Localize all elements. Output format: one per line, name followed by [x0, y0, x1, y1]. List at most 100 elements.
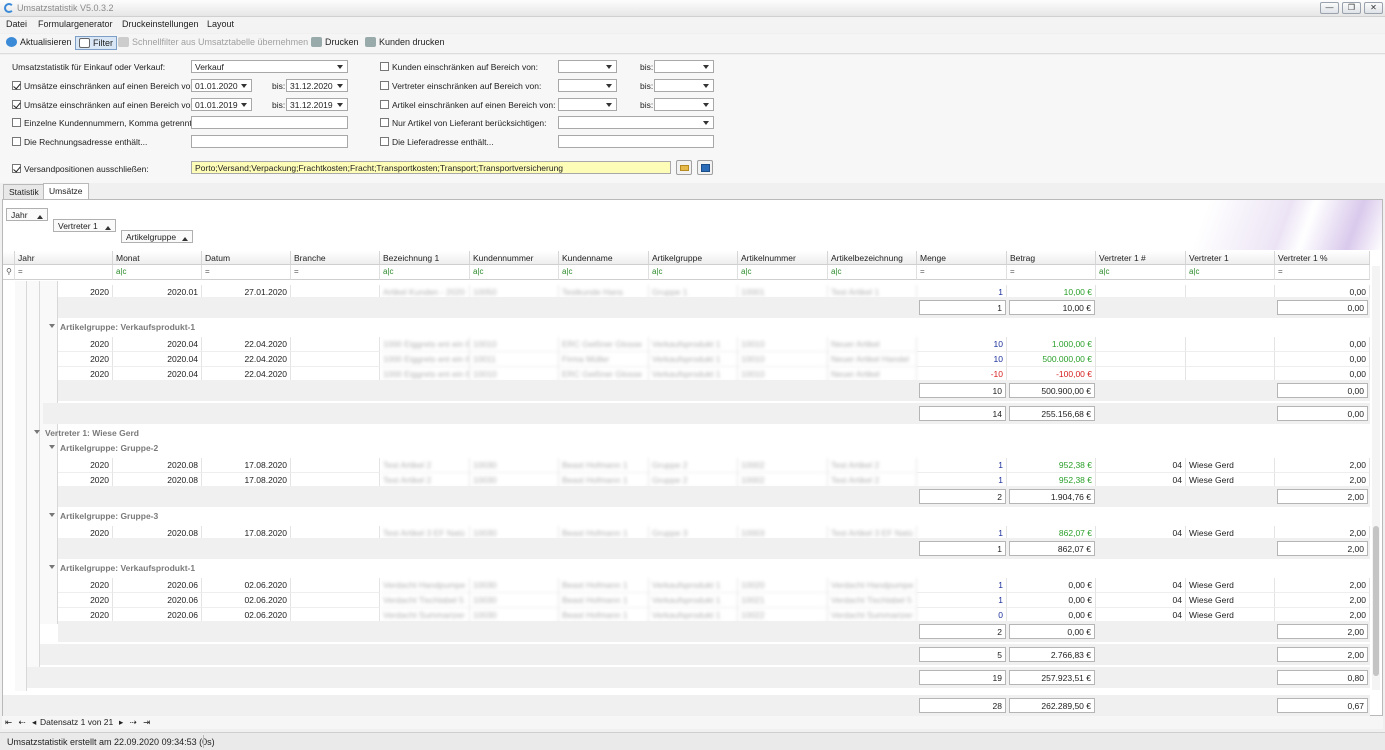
- grid-cell-menge[interactable]: 10: [917, 352, 1007, 367]
- tab-umsaetze[interactable]: Umsätze: [43, 183, 89, 199]
- folder-open-icon[interactable]: [676, 160, 692, 175]
- filter-cell[interactable]: a|c: [1096, 265, 1186, 280]
- grid-cell-betrag[interactable]: 0,00 €: [1007, 593, 1096, 608]
- lieferant-checkbox[interactable]: [380, 118, 389, 127]
- grid-cell-menge[interactable]: 10: [917, 337, 1007, 352]
- artikel-from[interactable]: [558, 98, 617, 111]
- grid-cell-vnr[interactable]: 04: [1096, 458, 1186, 473]
- range1-to[interactable]: 31.12.2020: [286, 79, 348, 92]
- grid-cell-menge[interactable]: 1: [917, 578, 1007, 593]
- col-jahr[interactable]: Jahr: [15, 251, 113, 265]
- grid-cell-kdname[interactable]: Beast Hofmann 1: [559, 593, 649, 608]
- grid-cell-vproz[interactable]: 0,00: [1275, 337, 1370, 352]
- invoice-addr-input[interactable]: [191, 135, 348, 148]
- filter-cell[interactable]: =: [917, 265, 1007, 280]
- range2-to[interactable]: 31.12.2019: [286, 98, 348, 111]
- filter-cell[interactable]: a|c: [828, 265, 917, 280]
- group-artikelgruppe[interactable]: Artikelgruppe: [121, 230, 193, 243]
- grid-cell-kdname[interactable]: ERC Geißner Glosse: [559, 337, 649, 352]
- filter-cell[interactable]: a|c: [738, 265, 828, 280]
- grid-cell-menge[interactable]: 1: [917, 458, 1007, 473]
- group-header[interactable]: Artikelgruppe: Verkaufsprodukt-1: [49, 563, 195, 573]
- grid-cell-kdnr[interactable]: 10030: [470, 458, 559, 473]
- grid-cell-vproz[interactable]: 2,00: [1275, 593, 1370, 608]
- col-bezeichnung[interactable]: Bezeichnung 1: [380, 251, 470, 265]
- grid-cell-branche[interactable]: [291, 337, 380, 352]
- grid-cell-vproz[interactable]: 2,00: [1275, 578, 1370, 593]
- grid-cell-vproz[interactable]: 2,00: [1275, 458, 1370, 473]
- shipping-checkbox[interactable]: [12, 164, 21, 173]
- grid-cell-bez[interactable]: Test Artikel 2: [380, 458, 470, 473]
- range1-from[interactable]: 01.01.2020: [191, 79, 252, 92]
- grid-cell-branche[interactable]: [291, 593, 380, 608]
- group-vertreter[interactable]: Vertreter 1: [53, 219, 116, 232]
- grid-cell-jahr[interactable]: 2020: [58, 337, 113, 352]
- grid-cell-bez[interactable]: 1000 Eiggrets ent ein 8: [380, 352, 470, 367]
- range1-checkbox[interactable]: [12, 81, 21, 90]
- col-branche[interactable]: Branche: [291, 251, 380, 265]
- col-kundenname[interactable]: Kundenname: [559, 251, 649, 265]
- nav-first-prev-buttons[interactable]: ⇤ ⇠ ◂: [5, 717, 38, 728]
- vertreter-from[interactable]: [558, 79, 617, 92]
- grid-cell-vnr[interactable]: [1096, 352, 1186, 367]
- grid-cell-monat[interactable]: 2020.08: [113, 458, 202, 473]
- restore-button[interactable]: ❐: [1342, 2, 1361, 14]
- refresh-button[interactable]: Aktualisieren: [6, 37, 72, 47]
- grid-cell-grp[interactable]: Verkaufsprodukt 1: [649, 352, 738, 367]
- vertical-scrollbar[interactable]: [1372, 266, 1380, 690]
- grid-cell-datum[interactable]: 22.04.2020: [202, 337, 291, 352]
- grid-cell-vname[interactable]: Wiese Gerd: [1186, 458, 1275, 473]
- grid-cell-menge[interactable]: 1: [917, 593, 1007, 608]
- grid-cell-datum[interactable]: 02.06.2020: [202, 593, 291, 608]
- menu-druckeinstellungen[interactable]: Druckeinstellungen: [122, 19, 199, 29]
- col-kundennummer[interactable]: Kundennummer: [470, 251, 559, 265]
- grid-cell-jahr[interactable]: 2020: [58, 578, 113, 593]
- grid-cell-vname[interactable]: Wiese Gerd: [1186, 578, 1275, 593]
- col-betrag[interactable]: Betrag: [1007, 251, 1096, 265]
- menu-datei[interactable]: Datei: [6, 19, 27, 29]
- grid-cell-datum[interactable]: 22.04.2020: [202, 352, 291, 367]
- grid-cell-grp[interactable]: Verkaufsprodukt 1: [649, 593, 738, 608]
- type-select[interactable]: Verkauf: [191, 60, 348, 73]
- grid-cell-datum[interactable]: 02.06.2020: [202, 578, 291, 593]
- print-button[interactable]: Drucken: [311, 37, 359, 47]
- grid-cell-monat[interactable]: 2020.04: [113, 337, 202, 352]
- grid-cell-kdnr[interactable]: 10030: [470, 578, 559, 593]
- grid-cell-betrag[interactable]: 952,38 €: [1007, 458, 1096, 473]
- grid-cell-vname[interactable]: Wiese Gerd: [1186, 593, 1275, 608]
- grid-cell-branche[interactable]: [291, 352, 380, 367]
- print-customers-button[interactable]: Kunden drucken: [365, 37, 445, 47]
- range2-from[interactable]: 01.01.2019: [191, 98, 252, 111]
- filter-cell[interactable]: a|c: [649, 265, 738, 280]
- filter-cell[interactable]: =: [1007, 265, 1096, 280]
- grid-cell-grp[interactable]: Gruppe 2: [649, 458, 738, 473]
- shipping-input[interactable]: Porto;Versand;Verpackung;Frachtkosten;Fr…: [191, 161, 671, 174]
- customers-checkbox[interactable]: [12, 118, 21, 127]
- grid-cell-artbez[interactable]: Neuer Artikel: [828, 337, 917, 352]
- grid-cell-vnr[interactable]: 04: [1096, 578, 1186, 593]
- grid-cell-datum[interactable]: 17.08.2020: [202, 458, 291, 473]
- invoice-addr-checkbox[interactable]: [12, 137, 21, 146]
- grid-cell-kdnr[interactable]: 10030: [470, 593, 559, 608]
- save-icon[interactable]: [697, 160, 713, 175]
- grid-cell-kdnr[interactable]: 10011: [470, 352, 559, 367]
- tab-statistik[interactable]: Statistik: [3, 184, 45, 199]
- vertreter-to[interactable]: [654, 79, 714, 92]
- kunden-range-checkbox[interactable]: [380, 62, 389, 71]
- grid-cell-betrag[interactable]: 500.000,00 €: [1007, 352, 1096, 367]
- col-vertreter[interactable]: Vertreter 1: [1186, 251, 1275, 265]
- grid-cell-bez[interactable]: Verdacht Tischlabel 5: [380, 593, 470, 608]
- grid-cell-vproz[interactable]: 0,00: [1275, 352, 1370, 367]
- grid-cell-artbez[interactable]: Verdacht Handpumpe: [828, 578, 917, 593]
- lieferadresse-checkbox[interactable]: [380, 137, 389, 146]
- grid-cell-branche[interactable]: [291, 458, 380, 473]
- close-button[interactable]: ✕: [1364, 2, 1383, 14]
- grid-cell-artnr[interactable]: 10010: [738, 352, 828, 367]
- filter-cell[interactable]: a|c: [559, 265, 649, 280]
- grid-cell-monat[interactable]: 2020.06: [113, 578, 202, 593]
- grid-cell-artbez[interactable]: Verdacht Tischlabel 5: [828, 593, 917, 608]
- grid-cell-artbez[interactable]: Test Artikel 2: [828, 458, 917, 473]
- filter-cell[interactable]: =: [15, 265, 113, 280]
- menu-layout[interactable]: Layout: [207, 19, 234, 29]
- scrollbar-thumb[interactable]: [1373, 526, 1379, 676]
